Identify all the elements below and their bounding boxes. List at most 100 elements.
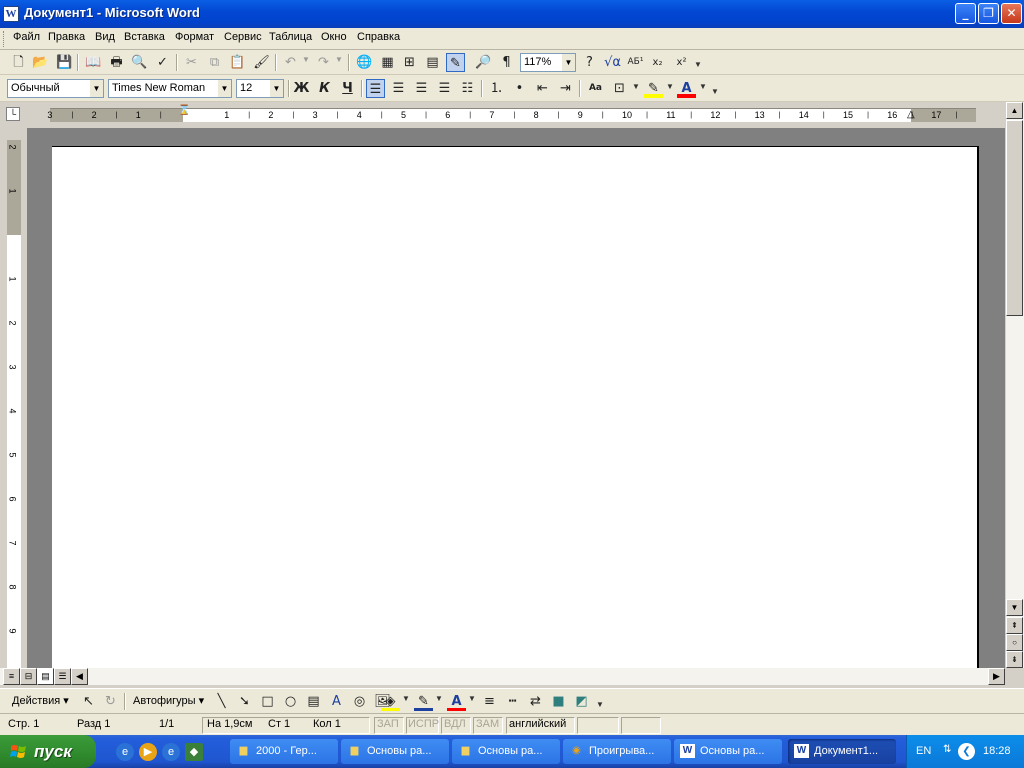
redo-dropdown-icon[interactable]: ▼ — [335, 55, 343, 64]
insert-excel-icon[interactable]: ▤ — [423, 53, 442, 72]
drawing-icon[interactable]: ✎ — [446, 53, 465, 72]
task-item[interactable]: ▆ 2000 - Гер... — [230, 739, 338, 764]
increase-indent-icon[interactable]: ⇥ — [556, 79, 575, 98]
tray-arrow-icon[interactable]: ❮ — [958, 743, 975, 760]
scroll-left-icon[interactable]: ◀ — [71, 668, 88, 685]
draw-font-color-dropdown-icon[interactable]: ▼ — [468, 694, 476, 703]
font-size-box[interactable]: 12 ▼ — [236, 79, 284, 98]
styles-formatting-icon[interactable]: Aa — [586, 79, 605, 98]
new-document-icon[interactable]: 🗋 — [9, 53, 28, 72]
superscript-icon[interactable]: x² — [672, 53, 691, 72]
arrow-style-icon[interactable]: ⇄ — [526, 692, 545, 711]
spelling-icon[interactable]: ✓ — [153, 53, 172, 72]
menu-view[interactable]: Вид — [95, 31, 115, 43]
media-player-icon[interactable]: ▶ — [139, 743, 157, 761]
underline-button[interactable]: Ч — [338, 79, 357, 98]
borders-icon[interactable]: ⊡ — [610, 79, 629, 98]
subscript-icon[interactable]: x₂ — [648, 53, 667, 72]
line-icon[interactable]: ╲ — [212, 692, 231, 711]
menu-help[interactable]: Справка — [357, 31, 400, 43]
chevron-down-icon[interactable]: ▼ — [270, 80, 283, 97]
decrease-indent-icon[interactable]: ⇤ — [533, 79, 552, 98]
task-item[interactable]: ▆ Основы ра... — [452, 739, 560, 764]
print-icon[interactable]: 🖶 — [107, 53, 126, 72]
status-rec[interactable]: ЗАП — [377, 718, 399, 730]
zoom-box[interactable]: 117% ▼ — [520, 53, 576, 72]
cut-icon[interactable]: ✂ — [182, 53, 201, 72]
language-indicator[interactable]: EN — [916, 745, 931, 757]
hyperlink-icon[interactable]: 🌐 — [355, 53, 374, 72]
fill-color-dropdown-icon[interactable]: ▼ — [402, 694, 410, 703]
line-color-dropdown-icon[interactable]: ▼ — [435, 694, 443, 703]
web-layout-icon[interactable]: ⊟ — [20, 668, 37, 685]
paste-icon[interactable]: 📋 — [228, 53, 247, 72]
open-folder-icon[interactable]: 📂 — [31, 53, 50, 72]
select-browse-object-icon[interactable]: ○ — [1006, 634, 1023, 651]
italic-button[interactable]: К — [315, 79, 334, 98]
font-box[interactable]: Times New Roman ▼ — [108, 79, 232, 98]
wordart-icon[interactable]: A — [327, 692, 346, 711]
chevron-down-icon[interactable]: ▼ — [562, 54, 575, 71]
task-item-active[interactable]: W Документ1... — [788, 739, 896, 764]
shadow-style-icon[interactable]: ■ — [549, 692, 568, 711]
font-color-icon[interactable]: A — [677, 79, 696, 98]
align-right-icon[interactable]: ☰ — [412, 79, 431, 98]
highlight-icon[interactable]: ✎ — [644, 79, 663, 98]
task-item[interactable]: W Основы ра... — [674, 739, 782, 764]
help-icon[interactable]: ? — [580, 53, 599, 72]
bullets-icon[interactable]: • — [510, 79, 529, 98]
justify-icon[interactable]: ☰ — [435, 79, 454, 98]
start-button[interactable]: пуск — [0, 735, 96, 768]
change-case-icon[interactable]: АБ¹ — [626, 53, 645, 72]
font-color-dropdown-icon[interactable]: ▼ — [699, 82, 707, 91]
draw-font-color-icon[interactable]: A — [447, 692, 466, 711]
numbering-icon[interactable]: ⒈ — [487, 79, 506, 98]
select-objects-icon[interactable]: ↖ — [79, 692, 98, 711]
rectangle-icon[interactable]: □ — [258, 692, 277, 711]
status-ovr[interactable]: ЗАМ — [476, 718, 499, 730]
menu-window[interactable]: Окно — [321, 31, 347, 43]
document-page[interactable] — [52, 146, 979, 668]
arrow-icon[interactable]: ➘ — [235, 692, 254, 711]
vertical-scrollbar[interactable]: ▲ ▼ ⇞ ○ ⇟ — [1005, 102, 1024, 668]
scroll-up-icon[interactable]: ▲ — [1006, 102, 1023, 119]
restore-button[interactable]: ❐ — [978, 3, 999, 24]
tab-selector[interactable]: └ — [6, 107, 20, 121]
task-item[interactable]: ◉ Проигрыва... — [563, 739, 671, 764]
previous-page-icon[interactable]: ⇞ — [1006, 617, 1023, 634]
right-indent-marker[interactable]: △ — [907, 109, 915, 120]
title-bar[interactable]: W Документ1 - Microsoft Word _ ❐ ✕ — [0, 0, 1024, 28]
draw-actions-menu[interactable]: Действия ▾ — [12, 694, 69, 707]
3d-style-icon[interactable]: ◩ — [572, 692, 591, 711]
save-icon[interactable]: 💾 — [55, 53, 74, 72]
equation-icon[interactable]: √α — [603, 53, 622, 72]
highlight-dropdown-icon[interactable]: ▼ — [666, 82, 674, 91]
status-trk[interactable]: ИСПР — [408, 718, 439, 730]
network-icon[interactable]: ⇅ — [943, 744, 951, 755]
normal-view-icon[interactable]: ≡ — [3, 668, 20, 685]
style-box[interactable]: Обычный ▼ — [7, 79, 104, 98]
menu-file[interactable]: Файл — [13, 31, 40, 43]
scroll-right-icon[interactable]: ▶ — [988, 668, 1005, 685]
free-rotate-icon[interactable]: ↻ — [101, 692, 120, 711]
menu-insert[interactable]: Вставка — [124, 31, 165, 43]
close-button[interactable]: ✕ — [1001, 3, 1022, 24]
copy-icon[interactable]: ⧉ — [205, 53, 224, 72]
autoshapes-menu[interactable]: Автофигуры ▾ — [133, 694, 204, 707]
document-map-icon[interactable]: 🔎 — [474, 53, 493, 72]
horizontal-ruler[interactable]: └ 3 | 2 | 1 | 1 | 2 | 3 | 4 | 5 | 6 | 7 | 8 | 9 | 10 | 11 | 12 | 13 | 14… — [0, 102, 1024, 126]
oval-icon[interactable]: ○ — [281, 692, 300, 711]
browser-icon[interactable]: e — [162, 743, 180, 761]
toolbar-options-icon[interactable]: ▼ — [711, 87, 719, 96]
redo-icon[interactable]: ↷ — [314, 53, 333, 72]
vertical-ruler[interactable]: 2 1 1 2 3 4 5 6 7 8 9 — [3, 128, 23, 670]
desktop-icon[interactable]: ◆ — [185, 743, 203, 761]
print-preview-icon[interactable]: 🔍 — [130, 53, 149, 72]
ie-icon[interactable]: e — [116, 743, 134, 761]
undo-icon[interactable]: ↶ — [281, 53, 300, 72]
outline-view-icon[interactable]: ☰ — [54, 668, 71, 685]
borders-dropdown-icon[interactable]: ▼ — [632, 82, 640, 91]
scroll-down-icon[interactable]: ▼ — [1006, 599, 1023, 616]
horizontal-scrollbar[interactable]: ≡ ⊟ ▤ ☰ ◀ ▶ — [0, 668, 1005, 685]
dash-style-icon[interactable]: ┅ — [503, 692, 522, 711]
